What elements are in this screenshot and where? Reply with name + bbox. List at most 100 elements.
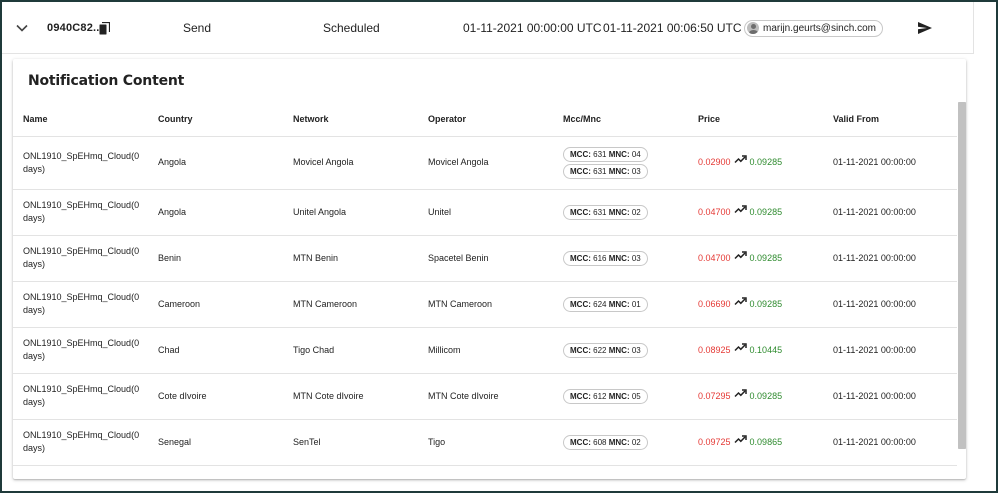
mcc-mnc-chips: MCC: 631 MNC: 02: [563, 204, 688, 221]
cell-country: Benin: [148, 235, 283, 282]
price-new: 0.10445: [749, 344, 783, 355]
mnc-value: 03: [631, 345, 641, 355]
cell-name: ONL1910_SpEHmq_Cloud(0 days): [13, 189, 148, 236]
start-time: 01-11-2021 00:00:00 UTC: [463, 21, 602, 35]
cell-operator: MTN Cote dIvoire: [418, 373, 553, 420]
mcc-value: 631: [593, 166, 607, 176]
mcc-mnc-chips: MCC: 622 MNC: 03: [563, 342, 688, 359]
column-header-country: Country: [148, 102, 283, 137]
price-new: 0.09285: [749, 156, 783, 167]
send-icon[interactable]: [916, 2, 934, 54]
cell-operator: Movicel Angola: [418, 136, 553, 190]
message-summary-row[interactable]: 0940C82... Send Scheduled 01-11-2021 00:…: [2, 2, 974, 54]
trending-up-icon: [734, 204, 747, 218]
table-row[interactable]: ONL1910_SpEHmq_Cloud(0 days) Cameroon MTN …: [13, 281, 957, 328]
price-old: 0.04700: [698, 206, 731, 217]
mnc-value: 02: [631, 437, 641, 447]
cell-country: Senegal: [148, 419, 283, 466]
user-chip[interactable]: marijn.geurts@sinch.com: [744, 19, 883, 37]
table-row[interactable]: ONL1910_SpEHmq_Cloud(0 days) Angola Unitel…: [13, 189, 957, 236]
mcc-mnc-chips: MCC: 631 MNC: 04 MCC: 631 MNC: 03: [563, 146, 688, 180]
mcc-mnc-chip: MCC: 631 MNC: 03: [563, 163, 648, 179]
mcc-value: 608: [593, 437, 607, 447]
cell-valid-from: 01-11-2021 00:00:00: [823, 327, 957, 374]
trending-up-icon: [734, 342, 747, 356]
price-new: 0.09285: [749, 298, 783, 309]
price-old: 0.02900: [698, 156, 731, 167]
mcc-mnc-chips: MCC: 608 MNC: 02: [563, 434, 688, 451]
cell-name: ONL1910_SpEHmq_Cloud(0 days): [13, 235, 148, 282]
cell-network: SenTel: [283, 419, 418, 466]
vertical-scrollbar[interactable]: [958, 102, 966, 449]
cell-valid-from: 01-11-2021 00:00:00: [823, 136, 957, 190]
copy-icon[interactable]: [97, 2, 111, 54]
cell-country: Cameroon: [148, 281, 283, 328]
cell-valid-from: 01-11-2021 00:00:00: [823, 419, 957, 466]
column-header-valid-from: Valid From: [823, 102, 957, 137]
price-old: 0.07295: [698, 390, 731, 401]
mcc-mnc-chip: MCC: 631 MNC: 04: [563, 146, 648, 162]
cell-mcc-mnc: MCC: 622 MNC: 03: [553, 327, 688, 374]
mcc-label: MCC:: [570, 253, 591, 263]
mcc-label: MCC:: [570, 166, 591, 176]
cell-operator: Tigo: [418, 419, 553, 466]
app-frame: 0940C82... Send Scheduled 01-11-2021 00:…: [2, 2, 996, 491]
panel-title: Notification Content: [28, 73, 185, 89]
mcc-label: MCC:: [570, 299, 591, 309]
price-new: 0.09865: [749, 436, 783, 447]
table-header-row: Name Country Network Operator Mcc/Mnc Pr…: [13, 102, 957, 137]
table-row[interactable]: ONL1910_SpEHmq_Cloud(0 days) Cote dIvoire…: [13, 373, 957, 420]
cell-country: Angola: [148, 136, 283, 190]
table-row[interactable]: ONL1910_SpEHmq_Cloud(0 days) Angola Movice…: [13, 136, 957, 190]
price-new: 0.09285: [749, 252, 783, 263]
user-chip-wrapper: marijn.geurts@sinch.com: [744, 2, 883, 54]
cell-name: ONL1910_SpEHmq_Cloud(0 days): [13, 419, 148, 466]
cell-country: Chad: [148, 327, 283, 374]
mcc-mnc-chips: MCC: 612 MNC: 05: [563, 388, 688, 405]
cell-network: MTN Cote dIvoire: [283, 373, 418, 420]
cell-price: 0.07295 0.09285: [688, 373, 823, 420]
cell-name: ONL1910_SpEHmq_Cloud(0 days): [13, 373, 148, 420]
cell-network: Unitel Angola: [283, 189, 418, 236]
table-row[interactable]: ONL1910_SpEHmq_Cloud(0 days) Benin MTN Ben…: [13, 235, 957, 282]
mcc-mnc-chip: MCC: 622 MNC: 03: [563, 342, 648, 358]
table-row[interactable]: ONL1910_SpEHmq_Cloud(0 days) Senegal SenTe…: [13, 419, 957, 466]
cell-valid-from: 01-11-2021 00:00:00: [823, 373, 957, 420]
table-row[interactable]: ONL1910_SpEHmq_Cloud(0 days) Chad Tigo Cha…: [13, 327, 957, 374]
mcc-mnc-chip: MCC: 612 MNC: 05: [563, 388, 648, 404]
user-email: marijn.geurts@sinch.com: [763, 22, 876, 34]
mnc-label: MNC:: [608, 345, 630, 355]
cell-mcc-mnc: MCC: 631 MNC: 02: [553, 189, 688, 236]
mnc-value: 05: [631, 391, 641, 401]
mnc-label: MNC:: [608, 149, 630, 159]
mcc-label: MCC:: [570, 391, 591, 401]
end-time: 01-11-2021 00:06:50 UTC: [603, 21, 742, 35]
message-type: Send: [183, 21, 212, 35]
price-old: 0.06690: [698, 298, 731, 309]
mcc-value: 631: [593, 207, 607, 217]
column-header-price: Price: [688, 102, 823, 137]
mcc-mnc-chip: MCC: 608 MNC: 02: [563, 434, 648, 450]
cell-valid-from: 01-11-2021 00:00:00: [823, 281, 957, 328]
cell-mcc-mnc: MCC: 612 MNC: 05: [553, 373, 688, 420]
chevron-down-icon[interactable]: [14, 2, 30, 54]
column-header-network: Network: [283, 102, 418, 137]
price-new: 0.09285: [749, 390, 783, 401]
cell-network: Movicel Angola: [283, 136, 418, 190]
mnc-label: MNC:: [608, 253, 630, 263]
mcc-label: MCC:: [570, 345, 591, 355]
cell-operator: MTN Cameroon: [418, 281, 553, 328]
price-old: 0.08925: [698, 344, 731, 355]
cell-price: 0.09725 0.09865: [688, 419, 823, 466]
mnc-value: 03: [631, 166, 641, 176]
mnc-value: 01: [631, 299, 641, 309]
column-header-name: Name: [13, 102, 148, 137]
mcc-label: MCC:: [570, 149, 591, 159]
mnc-label: MNC:: [608, 299, 630, 309]
mcc-mnc-chip: MCC: 616 MNC: 03: [563, 250, 648, 266]
column-header-operator: Operator: [418, 102, 553, 137]
mcc-label: MCC:: [570, 207, 591, 217]
cell-price: 0.02900 0.09285: [688, 136, 823, 190]
scrollbar-thumb[interactable]: [958, 102, 966, 449]
mnc-value: 02: [631, 207, 641, 217]
